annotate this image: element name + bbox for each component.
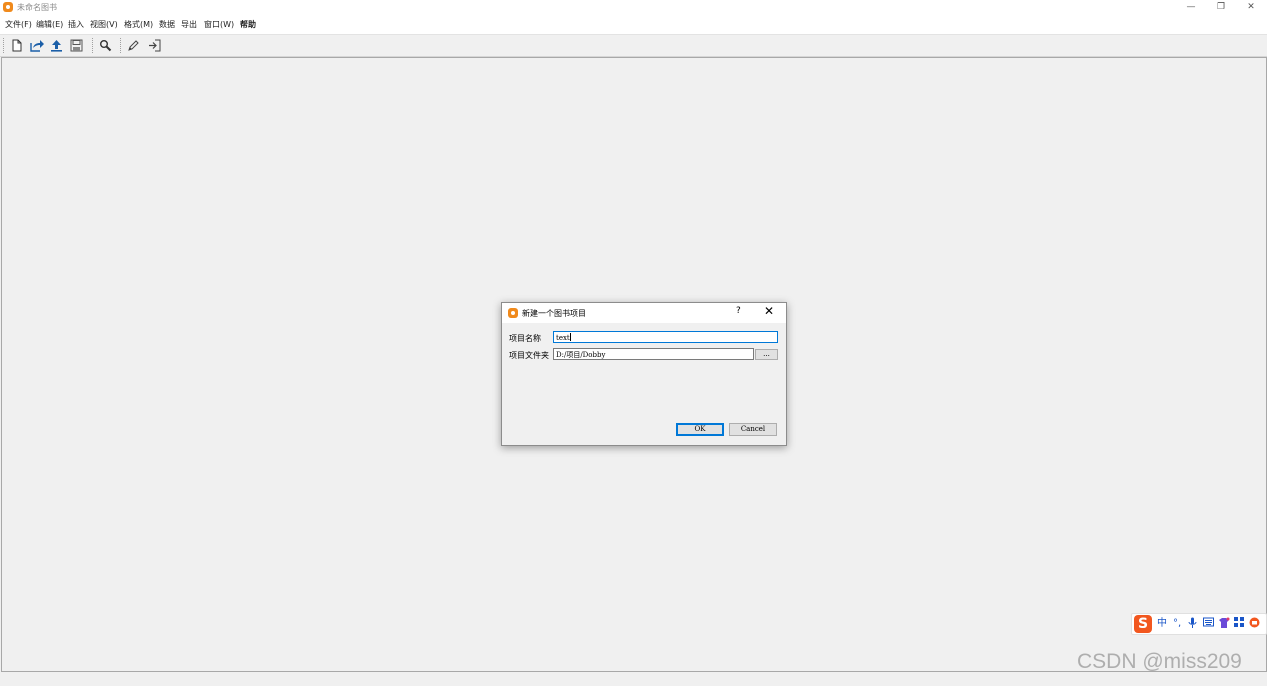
menu-export[interactable]: 导出 [181, 19, 197, 30]
skin-icon[interactable] [1218, 617, 1230, 634]
help-button[interactable]: ? [736, 306, 741, 316]
app-logo-icon [508, 308, 518, 318]
search-icon[interactable] [97, 37, 114, 54]
menu-format[interactable]: 格式(M) [124, 19, 153, 30]
punctuation-toggle[interactable]: °, [1173, 617, 1181, 631]
dialog-title-bar[interactable]: 新建一个图书项目 ? ✕ [502, 303, 786, 323]
edit-pencil-icon[interactable] [125, 37, 142, 54]
toolbar [0, 35, 1267, 57]
text-caret [569, 333, 571, 341]
toolbox-icon[interactable] [1249, 617, 1260, 633]
browse-folder-button[interactable]: ... [755, 349, 778, 360]
sogou-logo-icon[interactable]: S [1134, 615, 1152, 633]
apps-grid-icon[interactable] [1234, 617, 1244, 632]
project-folder-label: 项目文件夹 [509, 351, 549, 360]
toolbar-separator [120, 38, 123, 53]
close-window-button[interactable]: ✕ [1236, 0, 1266, 15]
menu-edit[interactable]: 编辑(E) [36, 19, 63, 30]
status-bar [0, 672, 1267, 686]
toolbar-separator [92, 38, 95, 53]
mic-icon[interactable] [1188, 617, 1197, 634]
window-title: 未命名图书 [17, 3, 57, 12]
project-folder-input[interactable]: D:/项目/Dobby [553, 348, 754, 360]
project-name-value: text [556, 334, 570, 342]
project-name-input[interactable]: text [553, 331, 778, 343]
menu-bar: 文件(F) 编辑(E) 插入 视图(V) 格式(M) 数据 导出 窗口(W) 帮… [0, 15, 1267, 35]
ime-mode-toggle[interactable]: 中 [1157, 617, 1167, 631]
upload-arrow-icon[interactable] [48, 37, 65, 54]
menu-insert[interactable]: 插入 [68, 19, 84, 30]
dialog-close-button[interactable]: ✕ [764, 305, 774, 317]
menu-file[interactable]: 文件(F) [5, 19, 32, 30]
ok-button[interactable]: OK [676, 423, 724, 436]
minimize-button[interactable]: — [1176, 0, 1206, 15]
menu-data[interactable]: 数据 [159, 19, 175, 30]
restore-button[interactable]: ❐ [1206, 0, 1236, 15]
project-folder-value: D:/项目/Dobby [556, 351, 606, 359]
share-arrow-icon[interactable] [28, 37, 45, 54]
project-name-label: 项目名称 [509, 334, 541, 343]
keyboard-icon[interactable] [1203, 617, 1214, 632]
csdn-watermark: CSDN @miss209 [1077, 650, 1242, 673]
menu-window[interactable]: 窗口(W) [204, 19, 234, 30]
title-bar: 未命名图书 — ❐ ✕ [0, 0, 1267, 15]
dialog-title: 新建一个图书项目 [522, 309, 586, 318]
login-arrow-icon[interactable] [146, 37, 163, 54]
menu-view[interactable]: 视图(V) [90, 19, 118, 30]
save-icon[interactable] [68, 37, 85, 54]
ime-toolbar: S 中 °, [1131, 613, 1267, 635]
toolbar-grip[interactable] [3, 38, 6, 53]
new-project-dialog: 新建一个图书项目 ? ✕ 项目名称 text 项目文件夹 D:/项目/Dobby… [501, 302, 787, 446]
new-document-icon[interactable] [8, 37, 25, 54]
cancel-button[interactable]: Cancel [729, 423, 777, 436]
menu-help[interactable]: 帮助 [240, 19, 256, 30]
app-logo-icon [3, 2, 13, 12]
